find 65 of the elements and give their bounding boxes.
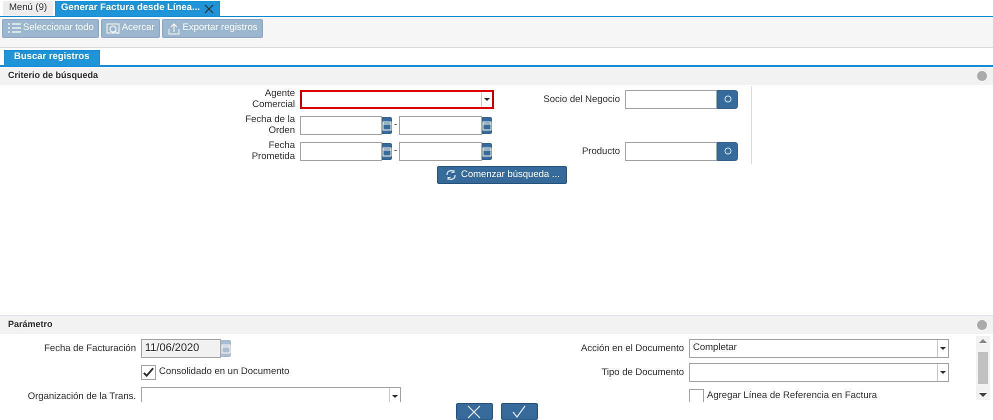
date-field[interactable] xyxy=(300,116,382,134)
date-field[interactable] xyxy=(399,142,482,160)
checkbox-label: Consolidado en un Documento xyxy=(159,364,290,379)
refresh-icon xyxy=(444,169,458,181)
checkbox[interactable] xyxy=(689,388,704,402)
lookup-icon xyxy=(724,95,732,103)
cancel-button[interactable] xyxy=(456,403,492,420)
dropdown-field[interactable]: Completar xyxy=(689,338,949,358)
calendar-icon xyxy=(482,120,492,130)
scroll-thumb[interactable] xyxy=(978,352,988,384)
dropdown-field[interactable] xyxy=(300,90,494,108)
close-icon xyxy=(467,404,481,418)
window-tab[interactable]: Generar Factura desde Línea... xyxy=(55,1,220,16)
dropdown-field[interactable] xyxy=(689,362,949,382)
range-dash: - xyxy=(394,118,398,132)
date-field[interactable]: 11/06/2020 xyxy=(141,338,221,358)
collapse-icon[interactable] xyxy=(977,320,987,330)
search-button[interactable] xyxy=(717,142,738,160)
calendar-icon xyxy=(382,146,392,156)
export-icon xyxy=(166,22,181,35)
ok-button[interactable] xyxy=(500,403,538,420)
field-label: Fecha de la Orden xyxy=(245,114,295,136)
field-label: Agente Comercial xyxy=(252,88,295,110)
calendar-button[interactable] xyxy=(482,116,492,134)
section-title: Parámetro xyxy=(8,318,53,332)
calendar-icon xyxy=(382,120,392,130)
dropdown-field[interactable] xyxy=(141,386,401,402)
field-label: Acción en el Documento xyxy=(581,342,684,354)
caret-icon xyxy=(484,98,490,100)
caret-icon xyxy=(392,394,398,398)
tab[interactable]: Buscar registros xyxy=(4,50,100,65)
checkmark-icon xyxy=(512,404,526,418)
checkmark-icon xyxy=(142,366,155,378)
caret-icon xyxy=(940,370,946,374)
field-label: Producto xyxy=(582,146,620,156)
search-button[interactable] xyxy=(717,90,738,108)
list-icon xyxy=(7,22,21,35)
section-title: Criterio de búsqueda xyxy=(8,69,98,82)
scrollbar[interactable] xyxy=(976,336,990,400)
calendar-button[interactable] xyxy=(382,116,392,134)
search-field[interactable] xyxy=(625,142,717,160)
field-label: Fecha Prometida xyxy=(252,140,295,162)
window-tab[interactable]: Menú (9) xyxy=(3,1,54,16)
field-label: Tipo de Documento xyxy=(601,366,684,378)
search-field[interactable] xyxy=(625,90,717,108)
lookup-icon xyxy=(724,147,732,155)
checkbox[interactable] xyxy=(141,364,156,380)
calendar-button[interactable] xyxy=(482,142,492,160)
date-field[interactable] xyxy=(399,116,482,134)
checkbox-label: Agregar Línea de Referencia en Factura xyxy=(707,388,878,402)
search-button[interactable]: Comenzar búsqueda ... xyxy=(437,166,567,184)
field-label: Fecha de Facturación xyxy=(44,342,136,354)
calendar-icon xyxy=(482,146,492,156)
calendar-button[interactable] xyxy=(382,142,392,160)
date-field[interactable] xyxy=(300,142,382,160)
range-dash: - xyxy=(394,144,398,158)
zoom-icon xyxy=(106,22,120,35)
calendar-icon xyxy=(221,342,231,354)
collapse-icon[interactable] xyxy=(977,71,987,81)
close-icon[interactable] xyxy=(204,4,214,14)
scroll-up-icon[interactable] xyxy=(979,339,987,343)
field-label: Socio del Negocio xyxy=(543,94,620,104)
field-label: Organización de la Trans. xyxy=(28,390,136,402)
caret-icon xyxy=(940,346,946,350)
scroll-down-icon[interactable] xyxy=(979,393,987,397)
